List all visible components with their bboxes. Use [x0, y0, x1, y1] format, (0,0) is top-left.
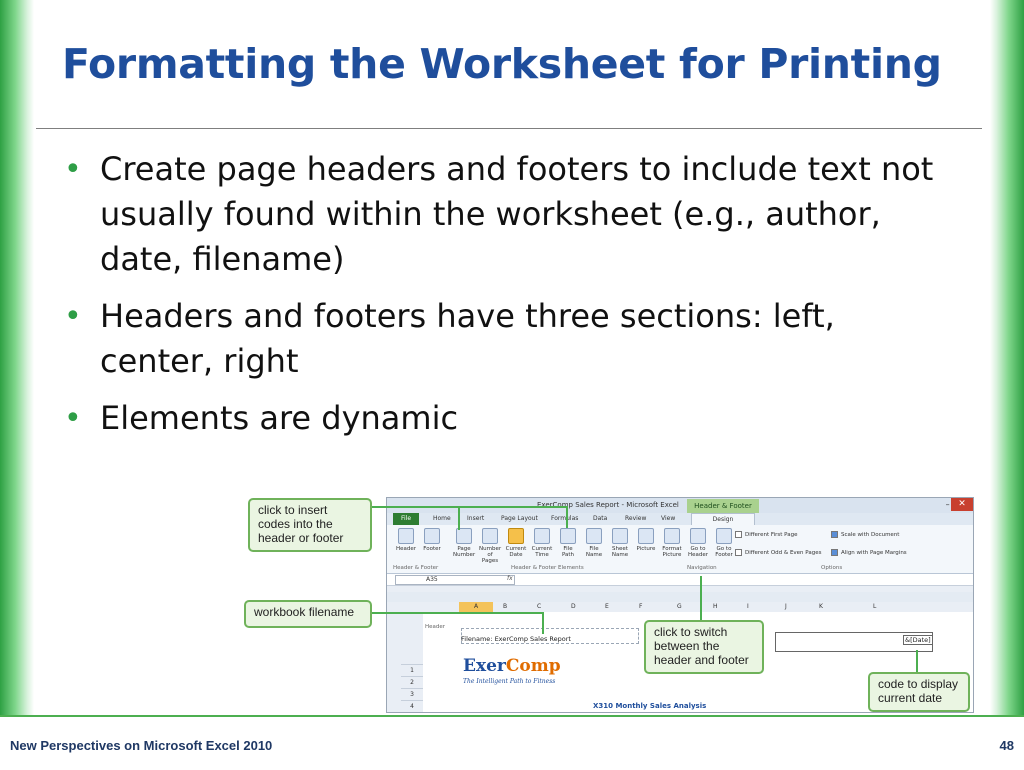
- file-icon: [586, 528, 602, 544]
- page-number-button[interactable]: Page Number: [453, 528, 475, 558]
- picture-icon: [638, 528, 654, 544]
- name-box[interactable]: A35: [395, 575, 515, 585]
- header-date-code: &[Date]: [903, 635, 933, 645]
- go-to-header-button[interactable]: Go to Header: [687, 528, 709, 558]
- close-window-icon[interactable]: ✕: [951, 498, 973, 511]
- column-header-c[interactable]: C: [537, 603, 541, 610]
- page-number-icon: [456, 528, 472, 544]
- logo-tagline: The Intelligent Path to Fitness: [463, 678, 556, 685]
- leader-line: [372, 612, 544, 614]
- bullet-item: • Elements are dynamic: [62, 396, 952, 441]
- current-date-button[interactable]: Current Date: [505, 528, 527, 558]
- tab-formulas[interactable]: Formulas: [551, 515, 578, 522]
- tab-data[interactable]: Data: [593, 515, 607, 522]
- bullet-text: Create page headers and footers to inclu…: [100, 150, 934, 278]
- callout-workbook-filename: workbook filename: [244, 600, 372, 628]
- tab-page-layout[interactable]: Page Layout: [501, 515, 538, 522]
- leader-line: [372, 506, 568, 508]
- checkbox-checked-icon: [831, 549, 838, 556]
- go-to-footer-button[interactable]: Go to Footer: [713, 528, 735, 558]
- callout-switch-header-footer: click to switch between the header and f…: [644, 620, 764, 674]
- bullet-text: Headers and footers have three sections:…: [100, 297, 835, 380]
- leader-line: [566, 506, 568, 528]
- footer-button[interactable]: Footer: [421, 528, 443, 552]
- formula-bar: A35 fx: [387, 574, 973, 586]
- column-header-h[interactable]: H: [713, 603, 718, 610]
- title-divider: [36, 128, 982, 129]
- column-header-b[interactable]: B: [503, 603, 507, 610]
- format-picture-button[interactable]: Format Picture: [661, 528, 683, 558]
- tab-insert[interactable]: Insert: [467, 515, 484, 522]
- column-header-f[interactable]: F: [639, 603, 642, 610]
- header-filename-text: Filename: ExerComp Sales Report: [461, 635, 571, 643]
- slide-title: Formatting the Worksheet for Printing: [62, 40, 942, 88]
- left-accent-band: [0, 0, 34, 768]
- current-date-icon: [508, 528, 524, 544]
- ribbon: Header Footer Page Number Number of Page…: [387, 525, 973, 574]
- bullet-item: • Create page headers and footers to incl…: [62, 147, 952, 282]
- number-of-pages-icon: [482, 528, 498, 544]
- leader-line: [700, 576, 702, 620]
- column-header-g[interactable]: G: [677, 603, 682, 610]
- exercomp-logo: ExerComp: [463, 656, 561, 676]
- tab-home[interactable]: Home: [433, 515, 451, 522]
- leader-line: [542, 612, 544, 634]
- folder-icon: [560, 528, 576, 544]
- sheet-title-cell: X310 Monthly Sales Analysis: [593, 702, 707, 710]
- header-area-label: Header: [425, 624, 446, 630]
- tab-file[interactable]: File: [393, 513, 419, 525]
- go-to-footer-icon: [716, 528, 732, 544]
- row-header[interactable]: 4: [401, 700, 423, 712]
- number-of-pages-button[interactable]: Number of Pages: [479, 528, 501, 564]
- option-align-with-margins[interactable]: Align with Page Margins: [831, 549, 907, 556]
- checkbox-icon: [735, 531, 742, 538]
- right-accent-band: [990, 0, 1024, 768]
- context-tab-header-footer-tools: Header & Footer Tools: [687, 499, 759, 524]
- clock-icon: [534, 528, 550, 544]
- callout-display-date: code to display current date: [868, 672, 970, 712]
- callout-insert-codes: click to insert codes into the header or…: [248, 498, 372, 552]
- column-header-e[interactable]: E: [605, 603, 609, 610]
- checkbox-icon: [735, 549, 742, 556]
- file-name-button[interactable]: File Name: [583, 528, 605, 558]
- bullet-dot-icon: •: [64, 152, 82, 187]
- header-button[interactable]: Header: [395, 528, 417, 552]
- footer-course-title: New Perspectives on Microsoft Excel 2010: [10, 738, 273, 753]
- sheet-name-button[interactable]: Sheet Name: [609, 528, 631, 558]
- option-scale-with-document[interactable]: Scale with Document: [831, 531, 899, 538]
- group-label-header-footer: Header & Footer: [393, 565, 439, 571]
- column-header-j[interactable]: J: [785, 603, 787, 610]
- column-header-k[interactable]: K: [819, 603, 823, 610]
- tab-review[interactable]: Review: [625, 515, 646, 522]
- bullet-item: • Headers and footers have three sections…: [62, 294, 952, 384]
- format-picture-icon: [664, 528, 680, 544]
- group-label-options: Options: [821, 565, 843, 571]
- header-icon: [398, 528, 414, 544]
- column-header-a[interactable]: A: [459, 602, 493, 612]
- picture-button[interactable]: Picture: [635, 528, 657, 552]
- file-path-button[interactable]: File Path: [557, 528, 579, 558]
- footer-icon: [424, 528, 440, 544]
- fx-icon[interactable]: fx: [507, 575, 513, 582]
- option-different-odd-even[interactable]: Different Odd & Even Pages: [735, 549, 821, 556]
- ribbon-tabs: File Home Insert Page Layout Formulas Da…: [387, 513, 973, 526]
- leader-line: [916, 650, 918, 672]
- column-header-i[interactable]: I: [747, 603, 749, 610]
- bullet-text: Elements are dynamic: [100, 399, 459, 437]
- footer-page-number: 48: [999, 738, 1014, 753]
- leader-line: [458, 506, 460, 530]
- go-to-header-icon: [690, 528, 706, 544]
- current-time-button[interactable]: Current Time: [531, 528, 553, 558]
- option-different-first-page[interactable]: Different First Page: [735, 531, 798, 538]
- bullet-dot-icon: •: [64, 299, 82, 334]
- column-header-l[interactable]: L: [873, 603, 876, 610]
- bullet-dot-icon: •: [64, 401, 82, 436]
- checkbox-checked-icon: [831, 531, 838, 538]
- sheet-icon: [612, 528, 628, 544]
- tab-view[interactable]: View: [661, 515, 675, 522]
- group-label-navigation: Navigation: [687, 565, 717, 571]
- column-header-d[interactable]: D: [571, 603, 576, 610]
- bullet-list: • Create page headers and footers to incl…: [62, 147, 952, 453]
- group-label-elements: Header & Footer Elements: [511, 565, 584, 571]
